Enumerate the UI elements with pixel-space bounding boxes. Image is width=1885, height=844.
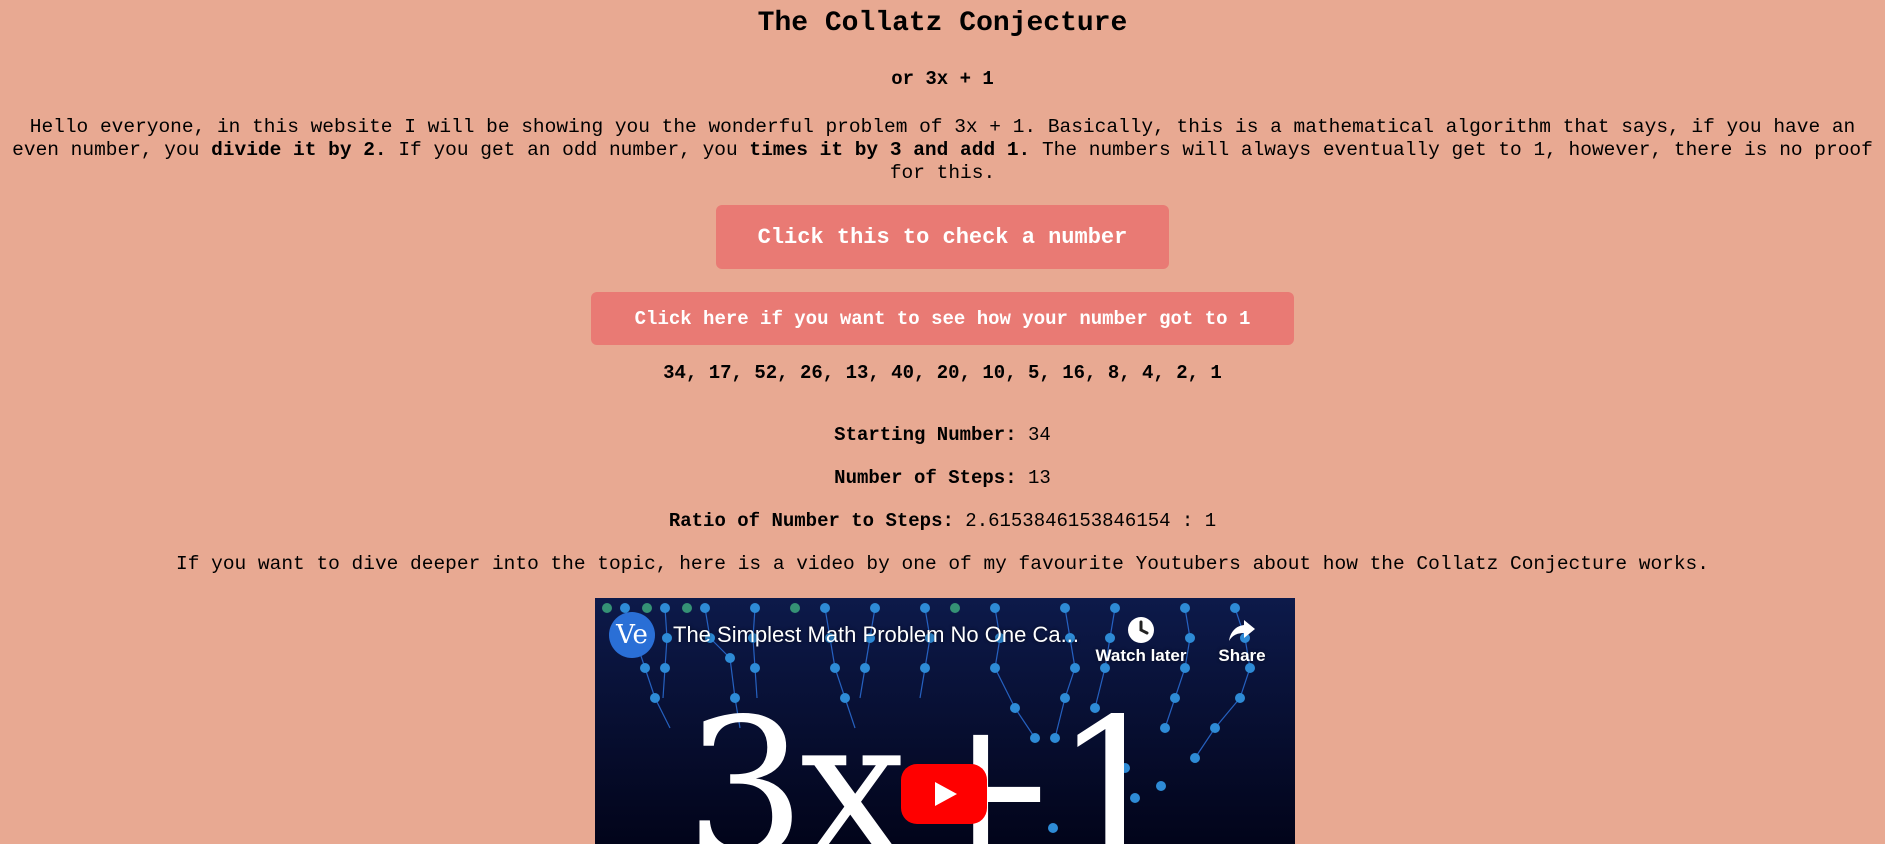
intro-bold-1: divide it by 2.: [211, 139, 387, 161]
clock-icon: [1091, 614, 1191, 646]
sequence-output: 34, 17, 52, 26, 13, 40, 20, 10, 5, 16, 8…: [663, 362, 1222, 384]
share-label: Share: [1218, 646, 1266, 665]
play-icon[interactable]: [901, 764, 987, 824]
steps-value: 13: [1028, 467, 1051, 489]
ratio-value: 2.6153846153846154 : 1: [965, 510, 1217, 532]
page: The Collatz Conjecture or 3x + 1 Hello e…: [0, 0, 1885, 844]
intro-paragraph: Hello everyone, in this website I will b…: [8, 116, 1877, 185]
steps-label: Number of Steps:: [834, 467, 1017, 489]
intro-bold-2: times it by 3 and add 1.: [749, 139, 1031, 161]
video-title[interactable]: The Simplest Math Problem No One Ca...: [673, 622, 1079, 648]
intro-text-3: The numbers will always eventually get t…: [889, 139, 1873, 184]
steps-stat: Number of Steps: 13: [0, 467, 1885, 489]
video-intro-text: If you want to dive deeper into the topi…: [176, 553, 1709, 575]
watch-later-label: Watch later: [1095, 646, 1187, 665]
channel-avatar[interactable]: Ve: [609, 612, 655, 658]
watch-later-button[interactable]: Watch later: [1091, 614, 1191, 666]
share-icon: [1205, 614, 1279, 646]
starting-number-stat: Starting Number: 34: [0, 424, 1885, 446]
page-subtitle: or 3x + 1: [891, 68, 994, 90]
show-steps-button[interactable]: Click here if you want to see how your n…: [591, 292, 1294, 345]
starting-number-label: Starting Number:: [834, 424, 1017, 446]
intro-text-2: If you get an odd number, you: [386, 139, 750, 161]
youtube-video-embed[interactable]: Ve The Simplest Math Problem No One Ca..…: [595, 598, 1295, 844]
check-number-button[interactable]: Click this to check a number: [716, 205, 1169, 269]
page-title: The Collatz Conjecture: [757, 8, 1128, 39]
starting-number-value: 34: [1028, 424, 1051, 446]
ratio-stat: Ratio of Number to Steps: 2.615384615384…: [0, 510, 1885, 532]
ratio-label: Ratio of Number to Steps:: [668, 510, 954, 532]
share-button[interactable]: Share: [1205, 614, 1279, 666]
